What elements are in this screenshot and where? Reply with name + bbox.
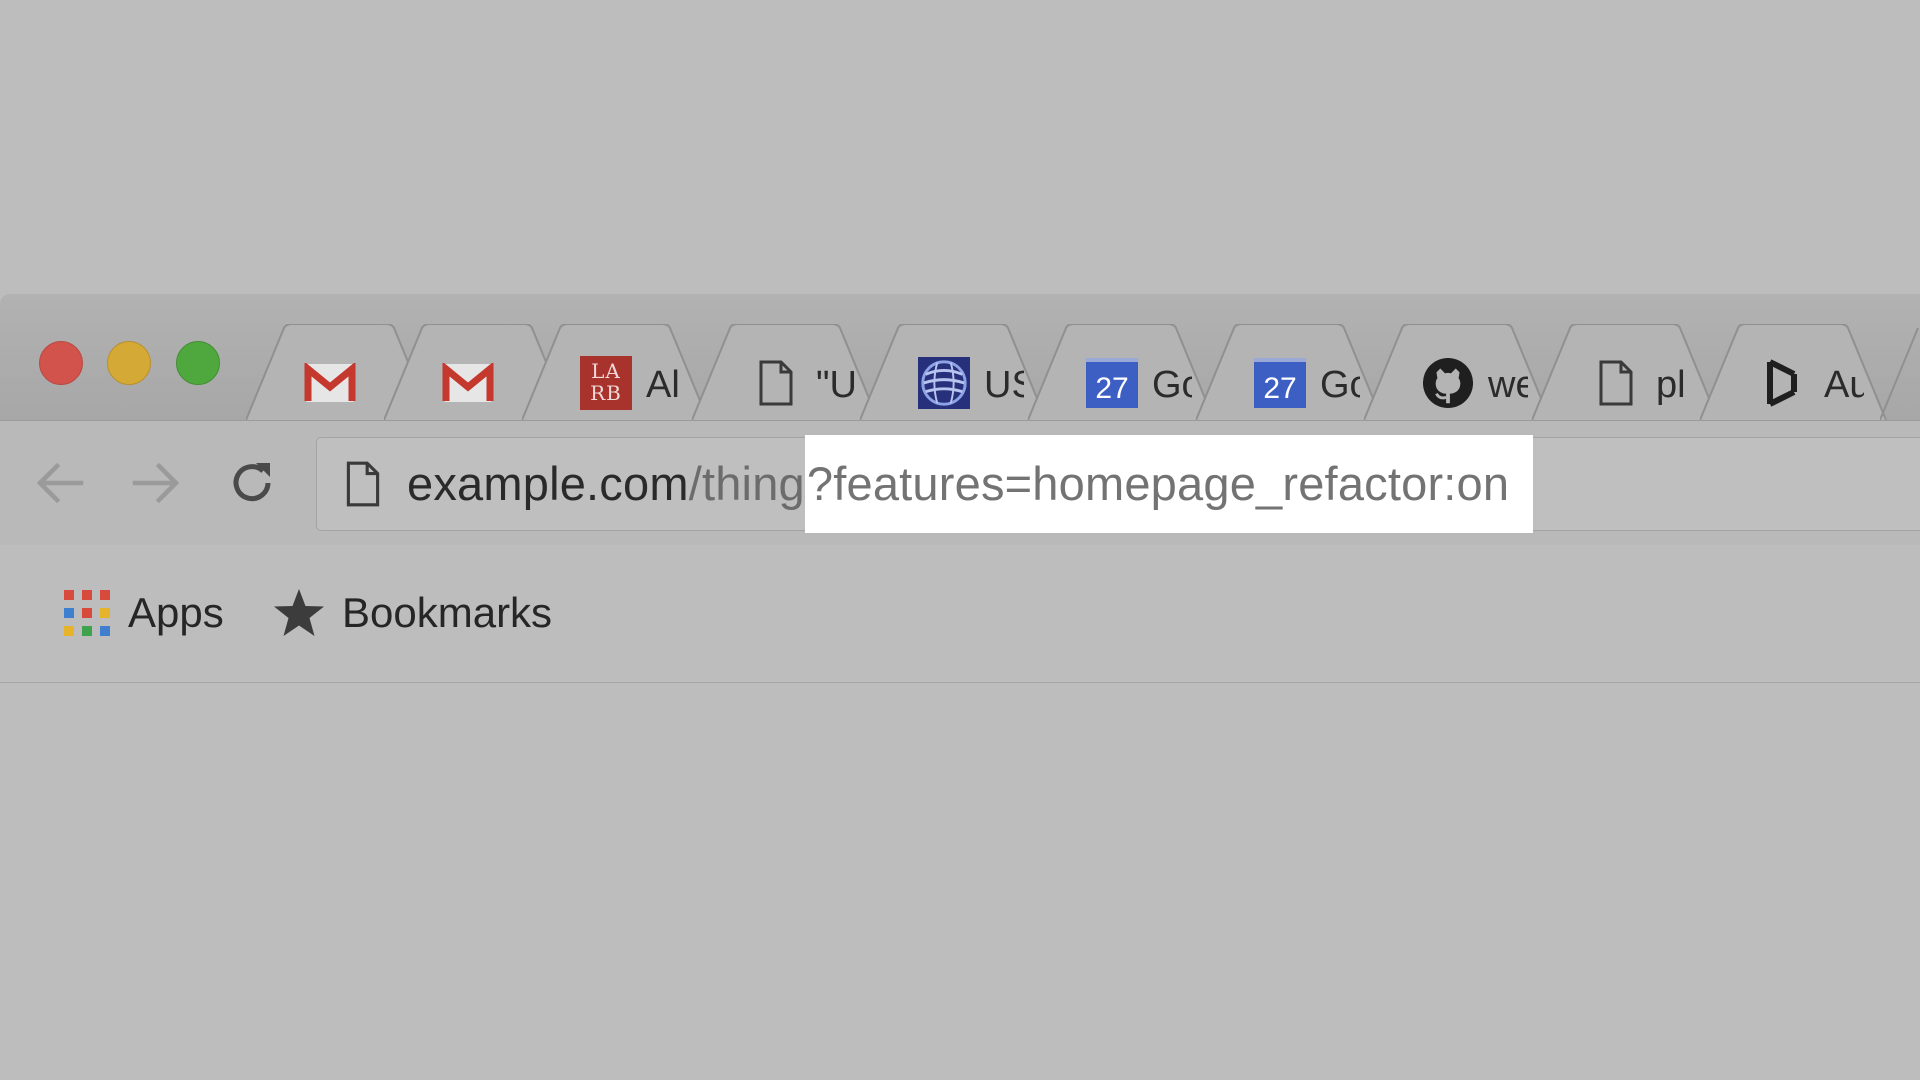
apps-grid-icon — [64, 590, 110, 636]
tab[interactable]: we — [1364, 324, 1556, 420]
minimize-window-button[interactable] — [107, 341, 151, 385]
url-text[interactable]: example.com/thing?features=homepage_refa… — [407, 435, 1534, 533]
tab[interactable]: "U — [692, 324, 884, 420]
reload-icon — [233, 463, 271, 502]
tab[interactable]: 27 Go — [1196, 324, 1388, 420]
tab-title: "U — [816, 364, 856, 406]
tab[interactable]: 27 Go — [1028, 324, 1220, 420]
tab-title: US — [984, 364, 1024, 406]
tab[interactable]: US — [860, 324, 1052, 420]
apps-shortcut[interactable]: Apps — [64, 585, 224, 641]
close-window-button[interactable] — [39, 341, 83, 385]
tab-title: pl — [1656, 364, 1686, 406]
url-host: example.com — [407, 457, 689, 510]
tab[interactable]: LA RB Al — [522, 324, 714, 420]
back-button[interactable] — [32, 455, 88, 511]
document-icon — [750, 357, 802, 409]
browser-window: LA RB Al "U U 27 G 27 G we pl Au example… — [0, 0, 1920, 1080]
document-icon — [1590, 357, 1642, 409]
apps-label: Apps — [128, 589, 224, 636]
page-content-area — [0, 683, 1920, 1080]
globe-logo-icon — [918, 357, 970, 409]
calendar-icon: 27 — [1086, 357, 1138, 409]
bookmarks-folder[interactable]: Bookmarks — [272, 585, 552, 641]
tab-title: Al — [646, 364, 680, 406]
tab[interactable]: pl — [1532, 324, 1724, 420]
bookmarks-bar: Apps Bookmarks — [0, 545, 1920, 683]
gmail-icon — [304, 357, 356, 409]
forward-arrow-icon — [132, 462, 180, 504]
reload-button[interactable] — [224, 455, 280, 511]
browser-toolbar: example.com/thing?features=homepage_refa… — [0, 420, 1920, 546]
tab-title: Go — [1152, 364, 1192, 406]
zoom-window-button[interactable] — [176, 341, 220, 385]
bookmarks-label: Bookmarks — [342, 589, 553, 636]
back-arrow-icon — [36, 462, 84, 504]
tab[interactable]: Au — [1700, 324, 1892, 420]
star-icon — [274, 589, 324, 636]
arrow-logo-icon — [1758, 357, 1810, 409]
tab-title: we — [1488, 364, 1528, 406]
calendar-icon: 27 — [1254, 357, 1306, 409]
forward-button[interactable] — [128, 455, 184, 511]
github-icon — [1422, 357, 1474, 409]
tab-title: Au — [1824, 364, 1864, 406]
tab-overflow-edge — [1880, 327, 1919, 420]
url-path: /thing — [688, 457, 805, 510]
larb-icon: LA RB — [580, 356, 632, 410]
tab-strip: LA RB Al "U U 27 G 27 G we pl Au — [0, 294, 1920, 420]
page-info-icon[interactable] — [343, 460, 383, 508]
address-bar[interactable]: example.com/thing?features=homepage_refa… — [316, 435, 1920, 533]
gmail-icon — [442, 357, 494, 409]
tab-title: Go — [1320, 364, 1360, 406]
url-query-highlight: ?features=homepage_refactor:on — [804, 435, 1534, 533]
